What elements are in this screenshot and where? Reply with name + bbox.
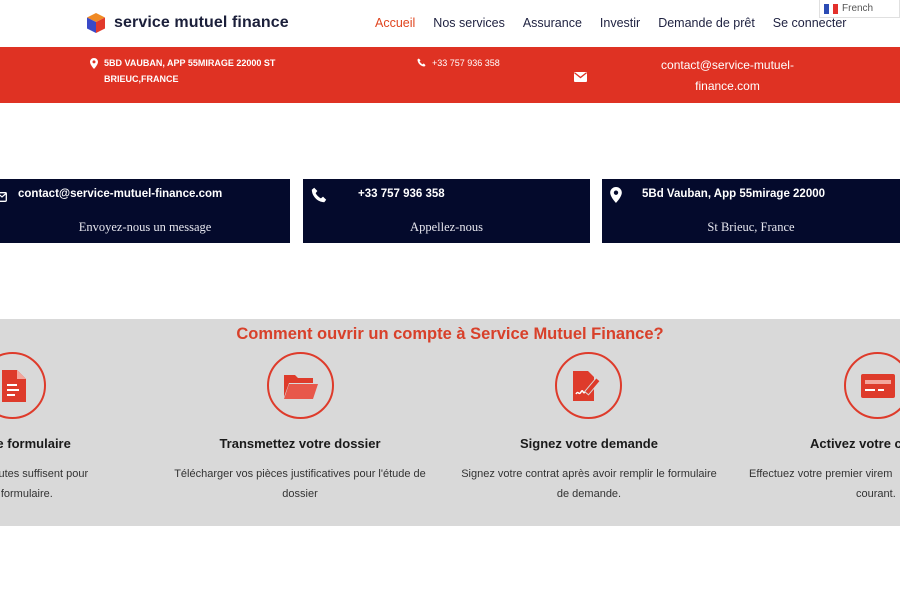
email-line-2: finance.com <box>695 79 760 93</box>
signature-icon <box>572 370 601 401</box>
step-description-line: Télécharger vos pièces justificatives po… <box>174 468 426 480</box>
envelope-icon <box>0 189 7 207</box>
step-title: Activez votre c <box>810 436 900 451</box>
step-description-line: dossier <box>282 488 318 500</box>
brand-logo[interactable]: service mutuel finance <box>86 12 289 34</box>
email-line-1: contact@service-mutuel- <box>661 58 794 72</box>
step-description: Signez votre contrat après avoir remplir… <box>444 464 734 504</box>
step-description-line: Effectuez votre premier virem <box>749 468 893 480</box>
cube-logo-icon <box>87 13 105 33</box>
card-phone-subtitle: Appellez-nous <box>410 220 483 234</box>
step-description: ques minutes suffisent pour le formulair… <box>0 464 166 504</box>
step-description: Télécharger vos pièces justificatives po… <box>155 464 445 504</box>
step-title: notre formulaire <box>0 436 71 451</box>
page: service mutuel finance Accueil Nos servi… <box>0 0 900 600</box>
step-description-line: ques minutes suffisent pour <box>0 468 89 480</box>
card-address-title: 5Bd Vauban, App 55mirage 22000 <box>642 188 826 200</box>
contact-card-email[interactable]: contact@service-mutuel-finance.com Envoy… <box>0 179 290 243</box>
nav-item-se-connecter[interactable]: Se connecter <box>773 16 847 30</box>
step-description: Effectuez votre premier virem courant. <box>749 464 900 504</box>
nav-item-accueil[interactable]: Accueil <box>375 16 415 30</box>
card-email-title: contact@service-mutuel-finance.com <box>18 188 223 200</box>
step-card: notre formulaire ques minutes suffisent … <box>0 319 166 526</box>
steps-section: Comment ouvrir un compte à Service Mutue… <box>0 319 900 526</box>
nav-item-nos-services[interactable]: Nos services <box>433 16 505 30</box>
french-flag-icon <box>824 3 839 14</box>
step-card: Activez votre c Effectuez votre premier … <box>734 319 900 526</box>
folder-open-icon <box>283 374 318 399</box>
topbar-phone[interactable]: +33 757 936 358 <box>417 55 500 71</box>
card-address-subtitle: St Brieuc, France <box>707 220 795 234</box>
card-phone-title: +33 757 936 358 <box>358 188 445 200</box>
contact-topbar: 5BD VAUBAN, APP 55MIRAGE 22000 ST BRIEUC… <box>0 47 900 103</box>
step-description-line: de demande. <box>556 488 622 500</box>
site-header: service mutuel finance Accueil Nos servi… <box>0 0 900 47</box>
step-title: Signez votre demande <box>520 436 658 451</box>
step-card: Signez votre demande Signez votre contra… <box>444 319 734 526</box>
credit-card-icon <box>860 373 895 398</box>
topbar-address: 5BD VAUBAN, APP 55MIRAGE 22000 ST BRIEUC… <box>90 55 289 87</box>
step-description-line: le formulaire. <box>0 488 53 500</box>
step-icon-circle <box>555 352 622 419</box>
step-icon-circle <box>0 352 46 419</box>
nav-item-assurance[interactable]: Assurance <box>523 16 582 30</box>
contact-card-address[interactable]: 5Bd Vauban, App 55mirage 22000 St Brieuc… <box>602 179 900 243</box>
address-line-1: 5BD VAUBAN, APP 55MIRAGE 22000 ST <box>104 58 276 68</box>
step-description-line: courant. <box>856 488 896 500</box>
map-pin-icon <box>90 55 98 87</box>
nav-item-investir[interactable]: Investir <box>600 16 640 30</box>
language-switcher[interactable]: French <box>819 0 900 18</box>
phone-icon <box>417 55 426 71</box>
topbar-phone-number: +33 757 936 358 <box>432 58 500 68</box>
step-description-line: Signez votre contrat après avoir remplir… <box>461 468 717 480</box>
card-email-subtitle: Envoyez-nous un message <box>78 220 212 234</box>
language-label: French <box>842 3 874 14</box>
envelope-icon <box>574 69 587 87</box>
address-line-2: BRIEUC,FRANCE <box>104 74 179 84</box>
step-icon-circle <box>267 352 334 419</box>
step-icon-circle <box>844 352 900 419</box>
document-icon <box>1 369 26 402</box>
step-title: Transmettez votre dossier <box>219 436 381 451</box>
main-nav: Accueil Nos services Assurance Investir … <box>375 16 864 30</box>
step-card: Transmettez votre dossier Télécharger vo… <box>155 319 445 526</box>
contact-card-phone[interactable]: +33 757 936 358 Appellez-nous <box>303 179 590 243</box>
phone-icon <box>311 187 327 208</box>
topbar-email[interactable]: contact@service-mutuel- finance.com <box>645 55 810 97</box>
map-pin-icon <box>610 187 622 208</box>
nav-item-demande-de-pret[interactable]: Demande de prêt <box>658 16 755 30</box>
brand-name: service mutuel finance <box>114 14 289 31</box>
